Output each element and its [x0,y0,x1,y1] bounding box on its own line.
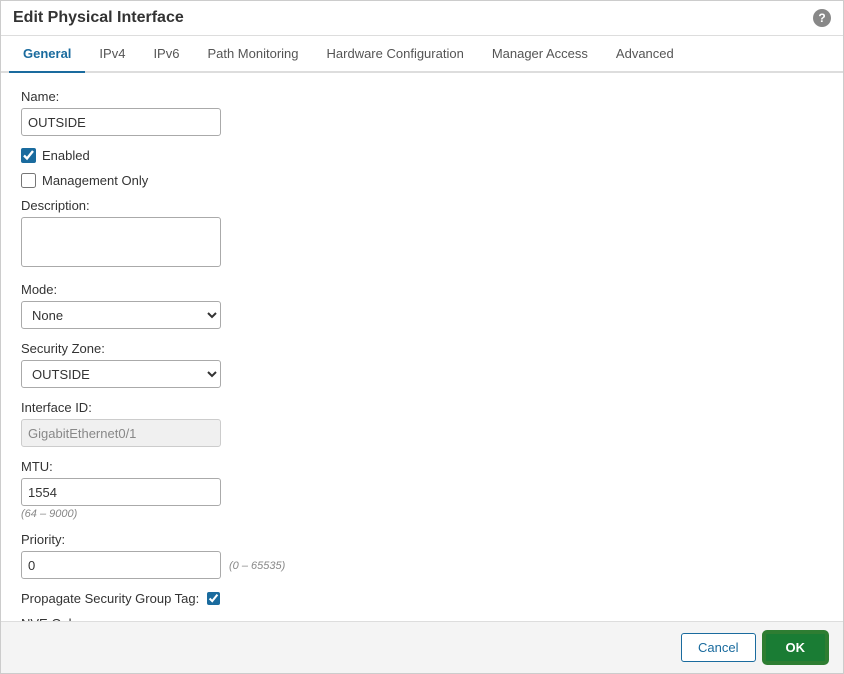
tab-general[interactable]: General [9,36,85,73]
security-zone-label: Security Zone: [21,341,823,356]
name-label: Name: [21,89,823,104]
edit-physical-interface-dialog: Edit Physical Interface ? General IPv4 I… [0,0,844,674]
priority-label: Priority: [21,532,823,547]
tab-hardware-configuration[interactable]: Hardware Configuration [313,36,478,73]
description-group: Description: [21,198,823,270]
mode-select[interactable]: None Passive Inline [21,301,221,329]
mode-label: Mode: [21,282,823,297]
security-zone-group: Security Zone: OUTSIDE INSIDE DMZ [21,341,823,388]
enabled-row: Enabled [21,148,823,163]
priority-group: Priority: (0 – 65535) [21,532,823,579]
priority-input[interactable] [21,551,221,579]
mtu-label: MTU: [21,459,823,474]
tab-advanced[interactable]: Advanced [602,36,688,73]
mtu-group: MTU: (64 – 9000) [21,459,823,520]
ok-button[interactable]: OK [764,632,828,663]
propagate-label: Propagate Security Group Tag: [21,591,199,606]
management-only-label: Management Only [42,173,148,188]
tab-manager-access[interactable]: Manager Access [478,36,602,73]
dialog-title: Edit Physical Interface [13,9,184,27]
tab-path-monitoring[interactable]: Path Monitoring [193,36,312,73]
help-icon[interactable]: ? [813,9,831,27]
interface-id-input [21,419,221,447]
dialog-footer: Cancel OK [1,621,843,673]
enabled-label: Enabled [42,148,90,163]
propagate-checkbox[interactable] [207,592,220,605]
tabs-bar: General IPv4 IPv6 Path Monitoring Hardwa… [1,36,843,73]
security-zone-select[interactable]: OUTSIDE INSIDE DMZ [21,360,221,388]
description-input[interactable] [21,217,221,267]
description-label: Description: [21,198,823,213]
dialog-body: Name: Enabled Management Only Descriptio… [1,73,843,621]
management-only-row: Management Only [21,173,823,188]
enabled-checkbox[interactable] [21,148,36,163]
management-only-checkbox[interactable] [21,173,36,188]
mode-group: Mode: None Passive Inline [21,282,823,329]
propagate-row: Propagate Security Group Tag: [21,591,823,606]
interface-id-label: Interface ID: [21,400,823,415]
tab-ipv6[interactable]: IPv6 [139,36,193,73]
priority-hint: (0 – 65535) [229,560,285,572]
mtu-hint: (64 – 9000) [21,508,823,520]
name-input[interactable] [21,108,221,136]
cancel-button[interactable]: Cancel [681,633,755,662]
tab-ipv4[interactable]: IPv4 [85,36,139,73]
interface-id-group: Interface ID: [21,400,823,447]
dialog-title-bar: Edit Physical Interface ? [1,1,843,36]
name-group: Name: [21,89,823,136]
mtu-input[interactable] [21,478,221,506]
